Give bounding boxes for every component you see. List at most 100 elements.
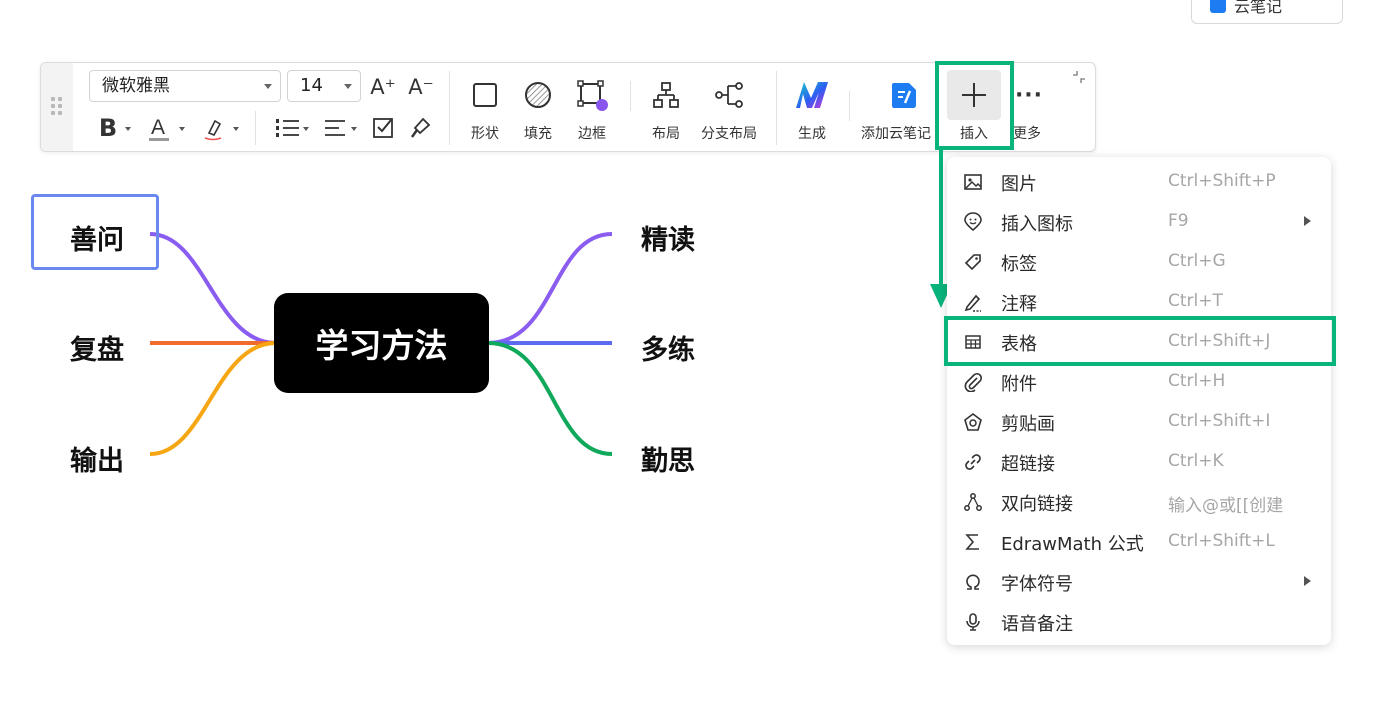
more-button[interactable]: ···: [1011, 77, 1047, 113]
menu-item-label: 超链接: [1001, 454, 1055, 475]
format-painter-button[interactable]: [407, 113, 437, 143]
menu-item-label: 注释: [1001, 294, 1037, 315]
central-topic-label: 学习方法: [315, 326, 448, 365]
menu-item-shortcut: F9: [1168, 211, 1189, 231]
separator: [449, 71, 450, 145]
generate-label: 生成: [798, 126, 826, 142]
topic-shanwen[interactable]: 善问: [70, 218, 124, 257]
separator: [849, 91, 850, 121]
checkbox-icon: [373, 118, 393, 138]
more-dots-icon: ···: [1014, 82, 1044, 108]
align-button[interactable]: [321, 113, 351, 143]
svg-text:A: A: [151, 116, 165, 139]
cloud-note-icon: [892, 83, 916, 108]
cloud-notes-chip[interactable]: 云笔记: [1191, 0, 1343, 24]
menu-item-shortcut: Ctrl+T: [1168, 291, 1223, 311]
menu-item-shortcut: Ctrl+H: [1168, 371, 1226, 391]
separator: [255, 111, 256, 145]
menu-item-hyperlink[interactable]: 超链接 Ctrl+K: [947, 441, 1331, 481]
highlighter-icon: [204, 119, 222, 141]
menu-item-label: EdrawMath 公式: [1001, 534, 1144, 555]
central-topic[interactable]: 学习方法: [274, 293, 489, 393]
collapse-corner-icon[interactable]: [1071, 69, 1087, 85]
menu-item-label: 字体符号: [1001, 574, 1073, 595]
square-shape-icon: [473, 83, 497, 107]
fill-label: 填充: [524, 126, 552, 142]
menu-item-shortcut: Ctrl+Shift+I: [1168, 411, 1271, 431]
topic-qinsi[interactable]: 勤思: [641, 439, 695, 478]
branch-line-shuchu: [149, 341, 277, 456]
font-size-value: 14: [300, 75, 323, 96]
menu-item-label: 图片: [1001, 174, 1037, 195]
chevron-down-icon: [264, 84, 272, 89]
submenu-arrow-icon: [1304, 576, 1311, 586]
font-size-select[interactable]: 14: [287, 70, 361, 102]
menu-item-label: 剪贴画: [1001, 414, 1055, 435]
decrease-font-button[interactable]: A⁻: [407, 73, 435, 101]
border-label: 边框: [578, 126, 606, 142]
font-family-value: 微软雅黑: [102, 76, 170, 96]
menu-item-font-symbol[interactable]: 字体符号: [947, 561, 1331, 601]
clipart-icon: [964, 413, 982, 431]
image-icon: [964, 174, 982, 190]
bold-button[interactable]: B: [95, 113, 121, 143]
border-button[interactable]: [574, 77, 610, 113]
bold-icon: B: [98, 114, 118, 142]
menu-item-shortcut: Ctrl+K: [1168, 451, 1224, 471]
font-family-select[interactable]: 微软雅黑: [89, 70, 281, 102]
bidirectional-link-icon: [964, 493, 982, 511]
microphone-icon: [966, 613, 980, 631]
ai-generate-button[interactable]: [793, 77, 831, 113]
paperclip-icon: [964, 372, 983, 392]
branch-layout-label: 分支布局: [701, 126, 757, 142]
topic-jingdu[interactable]: 精读: [641, 218, 695, 257]
topic-fupan[interactable]: 复盘: [70, 328, 124, 367]
menu-item-tag[interactable]: 标签 Ctrl+G: [947, 241, 1331, 281]
chevron-down-icon: [125, 127, 131, 131]
menu-item-shortcut: Ctrl+Shift+L: [1168, 531, 1275, 551]
menu-item-image[interactable]: 图片 Ctrl+Shift+P: [947, 161, 1331, 201]
cloud-note-label: 添加云笔记: [861, 126, 931, 142]
branch-line-jingdu: [487, 232, 613, 345]
numbered-list-icon: [276, 119, 299, 137]
font-color-icon: A: [149, 116, 169, 141]
insert-dropdown-menu: 图片 Ctrl+Shift+P 插入图标 F9 标签 Ctrl+G 注释 Ctr…: [947, 157, 1331, 645]
menu-item-note[interactable]: 注释 Ctrl+T: [947, 281, 1331, 321]
menu-item-attachment[interactable]: 附件 Ctrl+H: [947, 361, 1331, 401]
menu-item-shortcut: Ctrl+Shift+P: [1168, 171, 1276, 191]
decrease-font-icon: A⁻: [408, 75, 434, 99]
chevron-down-icon: [179, 127, 185, 131]
font-color-button[interactable]: A: [147, 113, 173, 143]
emoji-icon: [964, 212, 982, 232]
menu-item-voice-note[interactable]: 语音备注: [947, 601, 1331, 641]
task-button[interactable]: [369, 113, 399, 143]
submenu-arrow-icon: [1304, 216, 1311, 226]
ai-logo-icon: [796, 82, 828, 108]
menu-item-insert-icon[interactable]: 插入图标 F9: [947, 201, 1331, 241]
fill-icon: [525, 82, 551, 108]
menu-item-label: 双向链接: [1001, 494, 1073, 515]
increase-font-icon: A⁺: [370, 75, 396, 99]
branch-layout-button[interactable]: [711, 77, 747, 113]
list-button[interactable]: [273, 113, 303, 143]
border-icon: [577, 80, 608, 111]
layout-button[interactable]: [648, 77, 684, 113]
menu-item-label: 语音备注: [1001, 614, 1073, 635]
menu-item-edrawmath[interactable]: EdrawMath 公式 Ctrl+Shift+L: [947, 521, 1331, 561]
menu-item-clipart[interactable]: 剪贴画 Ctrl+Shift+I: [947, 401, 1331, 441]
sigma-icon: [965, 534, 979, 550]
increase-font-button[interactable]: A⁺: [369, 73, 397, 101]
drag-handle[interactable]: [41, 63, 73, 151]
highlight-button[interactable]: [201, 113, 227, 143]
fill-button[interactable]: [520, 77, 556, 113]
align-left-icon: [325, 120, 345, 136]
menu-item-bidirectional-link[interactable]: 双向链接 输入@或[[创建: [947, 481, 1331, 521]
topic-duolian[interactable]: 多练: [641, 328, 695, 367]
menu-item-label: 附件: [1001, 374, 1037, 395]
shape-button[interactable]: [467, 77, 503, 113]
cloud-note-icon: [1210, 0, 1226, 13]
menu-item-label: 插入图标: [1001, 214, 1073, 235]
topic-shuchu[interactable]: 输出: [70, 439, 124, 478]
branch-icon: [715, 82, 743, 108]
cloud-note-button[interactable]: [886, 77, 922, 113]
